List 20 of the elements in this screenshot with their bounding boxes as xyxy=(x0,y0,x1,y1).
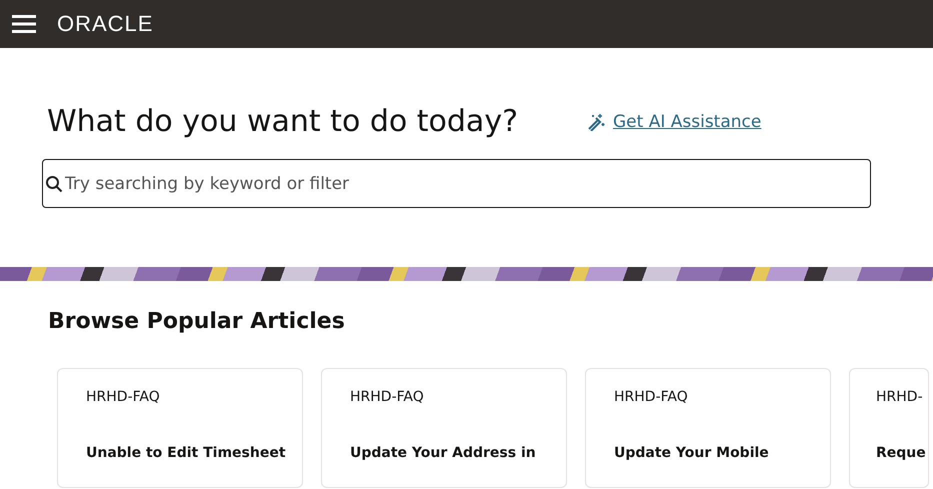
article-title: Reque xyxy=(876,445,926,461)
article-title: Update Your Mobile xyxy=(614,445,769,461)
article-title: Unable to Edit Timesheet xyxy=(86,445,286,461)
article-tag: HRHD- xyxy=(876,389,923,405)
magic-wand-icon xyxy=(587,112,605,130)
article-card[interactable]: HRHD-FAQ Unable to Edit Timesheet xyxy=(57,368,303,488)
article-tag: HRHD-FAQ xyxy=(86,389,160,405)
article-title: Update Your Address in xyxy=(350,445,536,461)
article-tag: HRHD-FAQ xyxy=(350,389,424,405)
menu-icon[interactable] xyxy=(12,15,36,33)
section-heading: Browse Popular Articles xyxy=(48,309,346,334)
article-tag: HRHD-FAQ xyxy=(614,389,688,405)
ai-assistance-link[interactable]: Get AI Assistance xyxy=(587,112,762,132)
logo[interactable]: ORACLE xyxy=(57,11,154,37)
article-card[interactable]: HRHD-FAQ Update Your Mobile xyxy=(585,368,831,488)
search-field[interactable]: Try searching by keyword or filter xyxy=(42,159,871,208)
search-icon xyxy=(45,175,63,193)
page-heading: What do you want to do today? xyxy=(47,104,519,139)
article-card[interactable]: HRHD-FAQ Update Your Address in xyxy=(321,368,567,488)
article-card[interactable]: HRHD- Reque xyxy=(849,368,929,488)
